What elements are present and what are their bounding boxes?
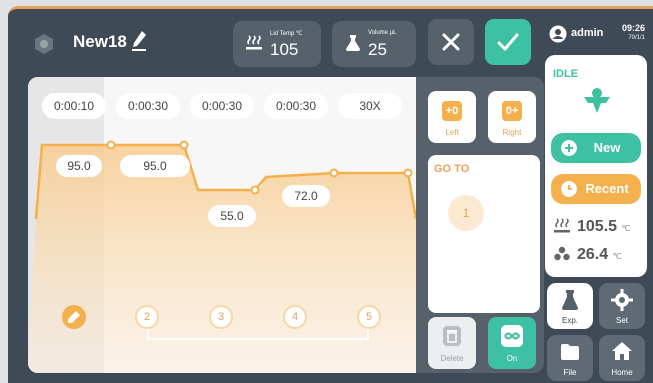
user-status-row: admin 09:26 70/1/1 <box>547 17 651 49</box>
infinite-hold-toggle[interactable]: On <box>488 317 536 369</box>
lid-temp-unit: ℃ <box>621 224 631 233</box>
step-time-2[interactable]: 0:00:30 <box>116 93 180 119</box>
new-label: New <box>593 140 621 155</box>
lid-temp-current: 105.5 <box>577 218 618 235</box>
step-time-1[interactable]: 0:00:10 <box>42 93 106 119</box>
folder-icon <box>561 344 579 360</box>
lid-heat-icon <box>246 35 262 50</box>
step-control-panel: +0 Left 0+ Right GO TO 1 Delete On <box>416 77 544 373</box>
program-hex-icon <box>35 34 53 54</box>
top-bar: New18 Lid Temp ℃ 105 Volume µL 25 <box>8 9 548 79</box>
profile-point[interactable] <box>250 185 260 195</box>
insert-right-icon: 0+ <box>502 101 522 121</box>
step-badge-2[interactable]: 2 <box>135 305 159 329</box>
new-program-button[interactable]: New <box>551 133 641 163</box>
step-badge-4[interactable]: 4 <box>283 305 307 329</box>
insert-left-button[interactable]: +0 Left <box>428 91 476 143</box>
trash-icon <box>443 326 461 346</box>
instrument-idle-icon <box>584 88 610 113</box>
lid-temp-readout: 105.5 ℃ <box>553 215 630 236</box>
profile-point[interactable] <box>106 140 116 150</box>
insert-left-icon: +0 <box>442 101 462 121</box>
step-temp-3[interactable]: 55.0 <box>208 205 256 227</box>
nav-file-label: File <box>563 368 577 377</box>
nav-exp-button[interactable]: Exp. <box>547 283 593 329</box>
volume-label: Volume µL <box>368 30 397 36</box>
delete-button[interactable]: Delete <box>428 317 476 369</box>
edit-step-button[interactable] <box>62 305 86 329</box>
flask-icon <box>346 35 360 51</box>
recent-programs-button[interactable]: Recent <box>551 174 641 204</box>
profile-point[interactable] <box>403 168 413 178</box>
cycle-count[interactable]: 30X <box>338 93 402 119</box>
volume-value: 25 <box>368 40 387 59</box>
profile-point[interactable] <box>179 140 189 150</box>
status-panel: IDLE New Recent 105.5 ℃ 26.4 ℃ <box>545 55 647 277</box>
home-icon <box>612 342 632 360</box>
nav-set-label: Set <box>615 316 628 325</box>
gear-icon <box>611 289 633 311</box>
right-sidebar: admin 09:26 70/1/1 IDLE New Recent 105.5… <box>543 9 653 383</box>
check-icon <box>497 33 519 51</box>
block-temp-unit: ℃ <box>612 252 622 261</box>
block-temp-readout: 26.4 ℃ <box>553 243 622 264</box>
run-status: IDLE <box>553 68 579 80</box>
goto-step-value[interactable]: 1 <box>448 195 484 231</box>
step-badge-5[interactable]: 5 <box>357 305 381 329</box>
step-temp-2[interactable]: 95.0 <box>120 155 190 177</box>
goto-panel[interactable]: GO TO 1 <box>428 155 540 313</box>
insert-right-label: Right <box>502 128 522 137</box>
pencil-icon <box>68 311 80 323</box>
step-badge-3[interactable]: 3 <box>209 305 233 329</box>
step-temp-4[interactable]: 72.0 <box>282 185 330 207</box>
nav-home-label: Home <box>611 368 633 377</box>
infinity-icon <box>501 325 523 347</box>
insert-left-label: Left <box>445 128 459 137</box>
confirm-button[interactable] <box>485 19 531 65</box>
block-temp-current: 26.4 <box>577 246 609 263</box>
nav-set-button[interactable]: Set <box>599 283 645 329</box>
close-icon <box>442 33 460 51</box>
nav-home-button[interactable]: Home <box>599 335 645 381</box>
insert-right-button[interactable]: 0+ Right <box>488 91 536 143</box>
clock-date: 70/1/1 <box>628 35 645 41</box>
block-wells-icon <box>554 246 570 261</box>
goto-title: GO TO <box>434 163 470 175</box>
clock-time: 09:26 <box>621 23 645 33</box>
experiment-flask-icon <box>562 290 578 310</box>
delete-label: Delete <box>440 354 464 363</box>
lid-temp-label: Lid Temp ℃ <box>270 31 303 37</box>
step-time-3[interactable]: 0:00:30 <box>190 93 254 119</box>
user-avatar-icon[interactable] <box>549 25 567 43</box>
volume-setting[interactable]: Volume µL 25 <box>332 21 416 67</box>
recent-label: Recent <box>585 181 629 196</box>
step-temp-1[interactable]: 95.0 <box>56 155 102 177</box>
lid-heat-small-icon <box>554 218 570 233</box>
temperature-profile-graph[interactable]: 0:00:10 0:00:30 0:00:30 0:00:30 30X 95.0… <box>28 77 416 373</box>
profile-point[interactable] <box>329 168 339 178</box>
nav-exp-label: Exp. <box>561 316 578 325</box>
lid-temp-value: 105 <box>270 40 299 59</box>
step-time-4[interactable]: 0:00:30 <box>264 93 328 119</box>
cancel-button[interactable] <box>428 19 474 65</box>
device-screen: New18 Lid Temp ℃ 105 Volume µL 25 0:00:1… <box>8 6 653 383</box>
username: admin <box>571 27 604 39</box>
nav-file-button[interactable]: File <box>547 335 593 381</box>
lid-temp-setting[interactable]: Lid Temp ℃ 105 <box>233 21 321 67</box>
on-label: On <box>506 354 518 363</box>
program-name: New18 <box>73 32 127 51</box>
edit-pencil-icon[interactable] <box>131 30 147 52</box>
